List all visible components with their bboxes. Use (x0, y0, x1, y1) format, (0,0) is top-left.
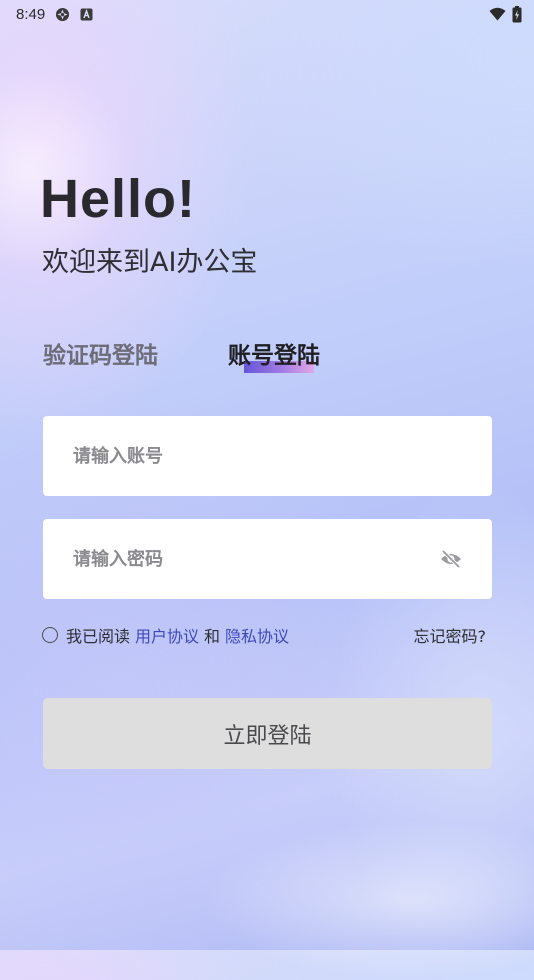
hello-title: Hello! (40, 169, 197, 229)
agreement-row: 我已阅读 用户协议 和 隐私协议 忘记密码? (42, 623, 486, 647)
account-input[interactable] (73, 445, 464, 467)
status-left: 8:49 (16, 6, 93, 23)
privacy-agreement-link[interactable]: 隐私协议 (225, 623, 289, 647)
welcome-subtitle: 欢迎来到AI办公宝 (42, 247, 258, 278)
agreement-and: 和 (204, 627, 221, 646)
password-field[interactable] (43, 519, 492, 599)
tab-label: 账号登陆 (228, 343, 320, 369)
agreement-prefix: 我已阅读 (66, 627, 131, 646)
battery-icon (512, 5, 522, 23)
account-field[interactable] (43, 416, 492, 496)
wifi-icon (489, 7, 506, 21)
tab-account-login[interactable]: 账号登陆 (228, 336, 320, 370)
tab-label: 验证码登陆 (43, 343, 158, 369)
status-right (489, 5, 522, 23)
login-button[interactable]: 立即登陆 (43, 698, 492, 769)
password-input[interactable] (73, 548, 438, 570)
eye-off-icon[interactable] (438, 546, 464, 572)
user-agreement-link[interactable]: 用户协议 (135, 623, 199, 647)
status-bar: 8:49 (0, 0, 534, 28)
forgot-password-link[interactable]: 忘记密码? (414, 623, 487, 647)
agreement-checkbox[interactable] (42, 627, 58, 643)
app-circle-icon (55, 7, 70, 22)
status-time: 8:49 (16, 5, 46, 23)
app-a-icon (80, 8, 93, 21)
tab-verification-code-login[interactable]: 验证码登陆 (43, 336, 158, 370)
